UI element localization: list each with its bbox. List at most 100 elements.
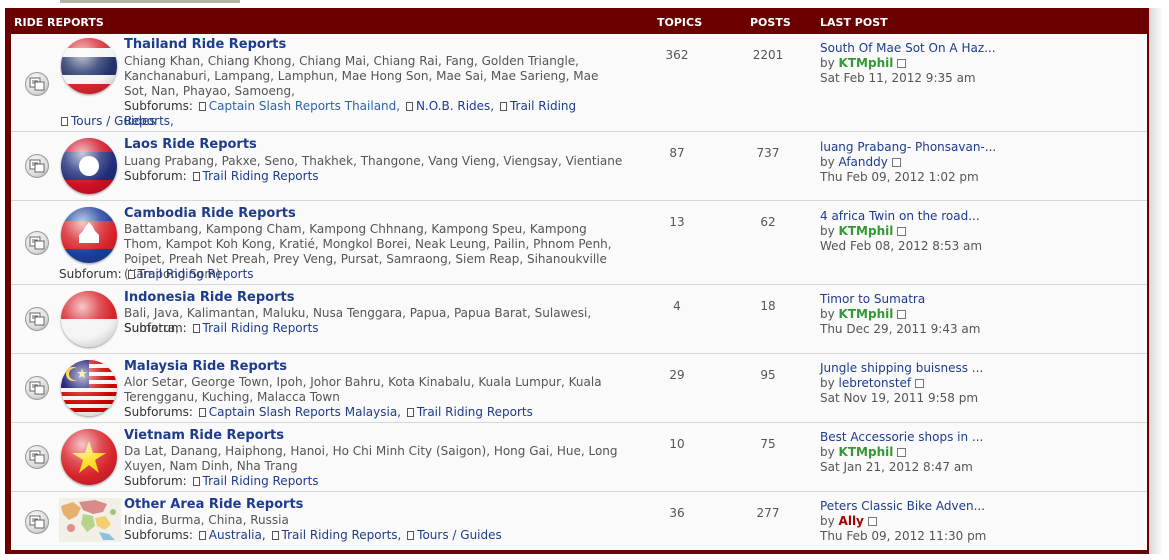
forum-read-icon	[25, 72, 49, 96]
subforum-list: Subforum: Trail Riding Reports	[59, 267, 254, 282]
subforum-link[interactable]: Captain Slash Reports Thailand,	[209, 99, 400, 113]
subforum-doc-icon	[192, 172, 200, 181]
subforum-link[interactable]: Trail Riding Reports	[203, 321, 319, 335]
forum-description: Alor Setar, George Town, Ipoh, Johor Bah…	[124, 375, 602, 404]
last-post-user-link[interactable]: Afanddy	[839, 155, 888, 169]
forum-title-link[interactable]: Cambodia Ride Reports	[124, 206, 296, 221]
view-latest-post-icon[interactable]	[897, 59, 907, 68]
posts-count: 277	[756, 506, 780, 520]
topics-count: 10	[669, 437, 685, 451]
forum-read-icon	[25, 376, 49, 400]
forum-title-link[interactable]: Indonesia Ride Reports	[124, 290, 294, 305]
subforum-label: Subforum:	[124, 169, 187, 183]
last-post-user-link[interactable]: Ally	[839, 514, 864, 528]
last-post-by: by lebretonstef	[820, 376, 925, 390]
forum-read-icon	[25, 231, 49, 255]
subforum-list: Subforums: Australia, Trail Riding Repor…	[124, 528, 502, 543]
category-title[interactable]: RIDE REPORTS	[14, 16, 104, 29]
last-post-by: by KTMphil	[820, 307, 907, 321]
subforum-link[interactable]: Trail Riding Reports	[203, 474, 319, 488]
subforum-list: Subforums: Captain Slash Reports Malaysi…	[124, 405, 533, 420]
subforum-doc-icon	[61, 117, 68, 126]
last-post-user-link[interactable]: KTMphil	[839, 56, 894, 70]
laos-flag-icon[interactable]	[61, 138, 117, 194]
subforum-label: Subforums:	[124, 528, 193, 542]
forum-row-thailand: Thailand Ride Reports Chiang Khan, Chian…	[11, 34, 1147, 132]
malaysia-flag-icon[interactable]	[61, 360, 117, 416]
subforum-label: Subforum:	[124, 321, 187, 335]
last-post-time: Sat Jan 21, 2012 8:47 am	[820, 460, 973, 474]
forum-title-link[interactable]: Malaysia Ride Reports	[124, 359, 287, 374]
last-post-by: by KTMphil	[820, 56, 907, 70]
forum-description: Chiang Khan, Chiang Khong, Chiang Mai, C…	[124, 54, 599, 98]
vietnam-flag-icon[interactable]	[61, 429, 117, 485]
top-strip	[0, 0, 1169, 8]
subforum-doc-icon	[192, 324, 200, 333]
subforum-link[interactable]: Trail Riding Reports,	[282, 528, 402, 542]
subforum-doc-icon	[499, 102, 507, 111]
last-post-by: by Afanddy	[820, 155, 901, 169]
last-post-title-link[interactable]: 4 africa Twin on the road...	[820, 209, 980, 223]
subforum-list: Subforums: Captain Slash Reports Thailan…	[124, 99, 594, 129]
subforum-link[interactable]: Tours / Guides	[71, 114, 156, 128]
view-latest-post-icon[interactable]	[891, 158, 901, 167]
forum-row-indonesia: Indonesia Ride Reports Bali, Java, Kalim…	[11, 285, 1147, 354]
subforum-link[interactable]: Australia,	[209, 528, 266, 542]
subforum-doc-icon	[406, 408, 414, 417]
subforum-doc-icon	[271, 531, 279, 540]
subforum-link[interactable]: Trail Riding Reports	[138, 267, 254, 281]
cambodia-flag-icon[interactable]	[61, 207, 117, 263]
thailand-flag-icon[interactable]	[61, 38, 117, 94]
last-post-title-link[interactable]: South Of Mae Sot On A Haz...	[820, 41, 996, 55]
forum-list: Thailand Ride Reports Chiang Khan, Chian…	[11, 34, 1147, 550]
frame-shadow	[1149, 8, 1163, 554]
subforum-doc-icon	[127, 270, 135, 279]
subforum-label: Subforums:	[124, 405, 193, 419]
last-post-user-link[interactable]: KTMphil	[839, 307, 894, 321]
forum-title-link[interactable]: Thailand Ride Reports	[124, 37, 286, 52]
topics-count: 13	[669, 215, 685, 229]
indonesia-flag-icon[interactable]	[61, 291, 117, 347]
subforum-link[interactable]: Trail Riding Reports	[203, 169, 319, 183]
topics-count: 362	[665, 48, 689, 62]
last-post-title-link[interactable]: luang Prabang- Phonsavan-...	[820, 140, 996, 154]
last-post-title-link[interactable]: Peters Classic Bike Adven...	[820, 499, 985, 513]
subforum-link[interactable]: Captain Slash Reports Malaysia,	[209, 405, 401, 419]
view-latest-post-icon[interactable]	[897, 310, 907, 319]
last-post-title-link[interactable]: Timor to Sumatra	[820, 292, 925, 306]
subforum-list-wrap: Tours / Guides	[59, 114, 156, 129]
forum-title-link[interactable]: Other Area Ride Reports	[124, 497, 303, 512]
last-post-title-link[interactable]: Jungle shipping buisness ...	[820, 361, 983, 375]
forum-description: Da Lat, Danang, Haiphong, Hanoi, Ho Chi …	[124, 444, 618, 473]
forum-title-link[interactable]: Vietnam Ride Reports	[124, 428, 284, 443]
forum-row-malaysia: Malaysia Ride Reports Alor Setar, George…	[11, 354, 1147, 423]
view-latest-post-icon[interactable]	[915, 379, 925, 388]
last-post-user-link[interactable]: lebretonstef	[839, 376, 912, 390]
subforum-link[interactable]: Tours / Guides	[417, 528, 502, 542]
subforum-list: Subforum: Trail Riding Reports	[124, 321, 319, 336]
view-latest-post-icon[interactable]	[867, 517, 877, 526]
view-latest-post-icon[interactable]	[897, 227, 907, 236]
last-post-time: Thu Dec 29, 2011 9:43 am	[820, 322, 981, 336]
forum-row-other-area: Other Area Ride Reports India, Burma, Ch…	[11, 492, 1147, 550]
posts-column-header: POSTS	[750, 16, 791, 29]
forum-row-laos: Laos Ride Reports Luang Prabang, Pakxe, …	[11, 132, 1147, 201]
subforum-list: Subforum: Trail Riding Reports	[124, 474, 319, 489]
subforum-link[interactable]: Trail Riding Reports	[417, 405, 533, 419]
forum-read-icon	[25, 154, 49, 178]
forum-description: Luang Prabang, Pakxe, Seno, Thakhek, Tha…	[124, 154, 623, 168]
topics-count: 87	[669, 146, 685, 160]
topics-count: 29	[669, 368, 685, 382]
last-post-title-link[interactable]: Best Accessorie shops in ...	[820, 430, 983, 444]
subforum-list: Subforum: Trail Riding Reports	[124, 169, 319, 184]
last-post-user-link[interactable]: KTMphil	[839, 224, 894, 238]
last-post-user-link[interactable]: KTMphil	[839, 445, 894, 459]
asia-map-icon[interactable]	[59, 498, 121, 542]
subforum-doc-icon	[405, 102, 413, 111]
forum-title-link[interactable]: Laos Ride Reports	[124, 137, 257, 152]
last-post-column-header: LAST POST	[820, 16, 888, 29]
subforum-label: Subforums:	[124, 99, 193, 113]
view-latest-post-icon[interactable]	[897, 448, 907, 457]
subforum-link[interactable]: N.O.B. Rides,	[416, 99, 494, 113]
subforum-label: Subforum:	[59, 267, 122, 281]
